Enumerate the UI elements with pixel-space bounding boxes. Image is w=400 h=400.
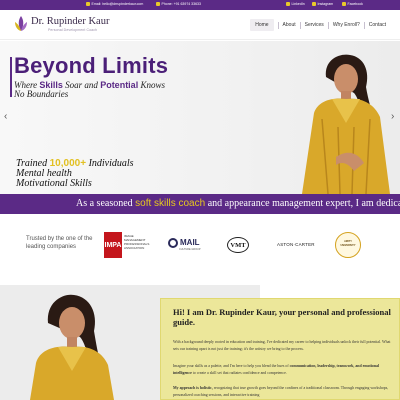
phone-text: Phone: +91 63974 33633: [161, 2, 201, 6]
facebook-link[interactable]: Facebook: [342, 2, 363, 6]
coach-photo-image: [30, 294, 114, 400]
amity-university-logo: AMITY UNIVERSITY: [335, 232, 361, 258]
mail-icon: [86, 2, 90, 6]
nav-divider: [277, 21, 279, 29]
globe-icon: [168, 238, 178, 248]
email-text: Email: hello@drrupinderkaur.com: [91, 2, 144, 6]
facebook-icon: [342, 2, 346, 6]
about-paragraph-1: With a background deeply rooted in educa…: [173, 340, 391, 351]
phone-link[interactable]: Phone: +91 63974 33633: [156, 2, 201, 6]
aston-carter-logo: ASTON·CARTER: [277, 242, 315, 247]
about-paragraph-2: Imagine your skills as a palette, and I'…: [173, 363, 397, 376]
nav-divider: [299, 21, 301, 29]
slider-prev-button[interactable]: ‹: [4, 111, 7, 122]
nav-home[interactable]: Home: [250, 19, 274, 31]
logo-tagline: Personal Development Coach: [48, 28, 98, 32]
hero-slider: Beyond Limits Where Skills Soar and Pote…: [0, 41, 400, 194]
impa-logo: IMPA IMAGE MANAGEMENT PROFESSIONALS ASSO…: [104, 232, 150, 258]
mail-logo-text: MAIL: [180, 238, 200, 247]
nav-services[interactable]: Services: [305, 22, 324, 28]
contact-bar: Email: hello@drrupinderkaur.com Phone: +…: [0, 0, 400, 10]
instagram-label: Instagram: [317, 2, 334, 6]
mail-culture-logo: MAIL CULTURE GROUP: [168, 237, 201, 253]
marquee-highlight: soft skills coach: [135, 198, 206, 209]
logo-name[interactable]: Dr. Rupinder Kaur: [31, 16, 109, 27]
about-title: Hi! I am Dr. Rupinder Kaur, your persona…: [173, 307, 391, 327]
lotus-logo-icon[interactable]: [14, 15, 28, 33]
about-text: to create a skill set that radiates conf…: [192, 370, 287, 375]
instagram-icon: [312, 2, 316, 6]
impa-logo-mark: IMPA: [104, 232, 122, 258]
stat-text: Individuals: [88, 158, 134, 169]
hero-accent-bar: [10, 57, 12, 97]
nav-divider: [327, 21, 329, 29]
stat-motivational: Motivational Skills: [16, 178, 92, 189]
mail-logo-sub: CULTURE GROUP: [179, 248, 201, 251]
site-header: Dr. Rupinder Kaur Personal Development C…: [0, 10, 400, 40]
marquee-banner: As a seasoned soft skills coach and appe…: [0, 194, 400, 214]
marquee-text-part: As a seasoned: [76, 198, 133, 209]
main-nav: Home About Services Why Enroll? Contact: [250, 18, 386, 32]
marquee-text: As a seasoned soft skills coach and appe…: [76, 198, 400, 209]
nav-about[interactable]: About: [283, 22, 296, 28]
about-text-bold: My approach is holistic,: [173, 386, 213, 390]
instagram-link[interactable]: Instagram: [312, 2, 333, 6]
linkedin-icon: [286, 2, 290, 6]
slider-next-button[interactable]: ›: [391, 111, 394, 122]
amity-logo-text: AMITY UNIVERSITY: [340, 240, 356, 247]
hero-subtitle-2: No Boundaries: [14, 89, 69, 99]
hero-sub-highlight: Potential: [100, 80, 139, 90]
about-card: Hi! I am Dr. Rupinder Kaur, your persona…: [160, 298, 400, 400]
linkedin-label: LinkedIn: [291, 2, 305, 6]
hero-sub-text: Soar and: [65, 80, 98, 90]
facebook-label: Facebook: [347, 2, 363, 6]
linkedin-link[interactable]: LinkedIn: [286, 2, 305, 6]
nav-divider: [363, 21, 365, 29]
nav-why-enroll[interactable]: Why Enroll?: [333, 22, 360, 28]
trusted-by-text: Trusted by the one of the leading compan…: [26, 236, 93, 250]
about-text: Imagine your skills as a palette, and I'…: [173, 364, 289, 368]
hero-stats: Trained 10,000+ Individuals Mental healt…: [16, 159, 134, 189]
phone-icon: [156, 2, 160, 6]
hero-title: Beyond Limits: [14, 53, 169, 78]
impa-logo-text: IMAGE MANAGEMENT PROFESSIONALS ASSOCIATI…: [124, 234, 150, 250]
marquee-text-part: and appearance management expert, I am d…: [207, 198, 400, 209]
about-paragraph-3: My approach is holistic, recognizing tha…: [173, 385, 397, 398]
email-link[interactable]: Email: hello@drrupinderkaur.com: [86, 2, 143, 6]
nav-contact[interactable]: Contact: [369, 22, 386, 28]
hero-sub-text: Knows: [140, 80, 165, 90]
vmt-logo: VMT: [227, 237, 249, 253]
coach-portrait-image: [302, 54, 390, 194]
